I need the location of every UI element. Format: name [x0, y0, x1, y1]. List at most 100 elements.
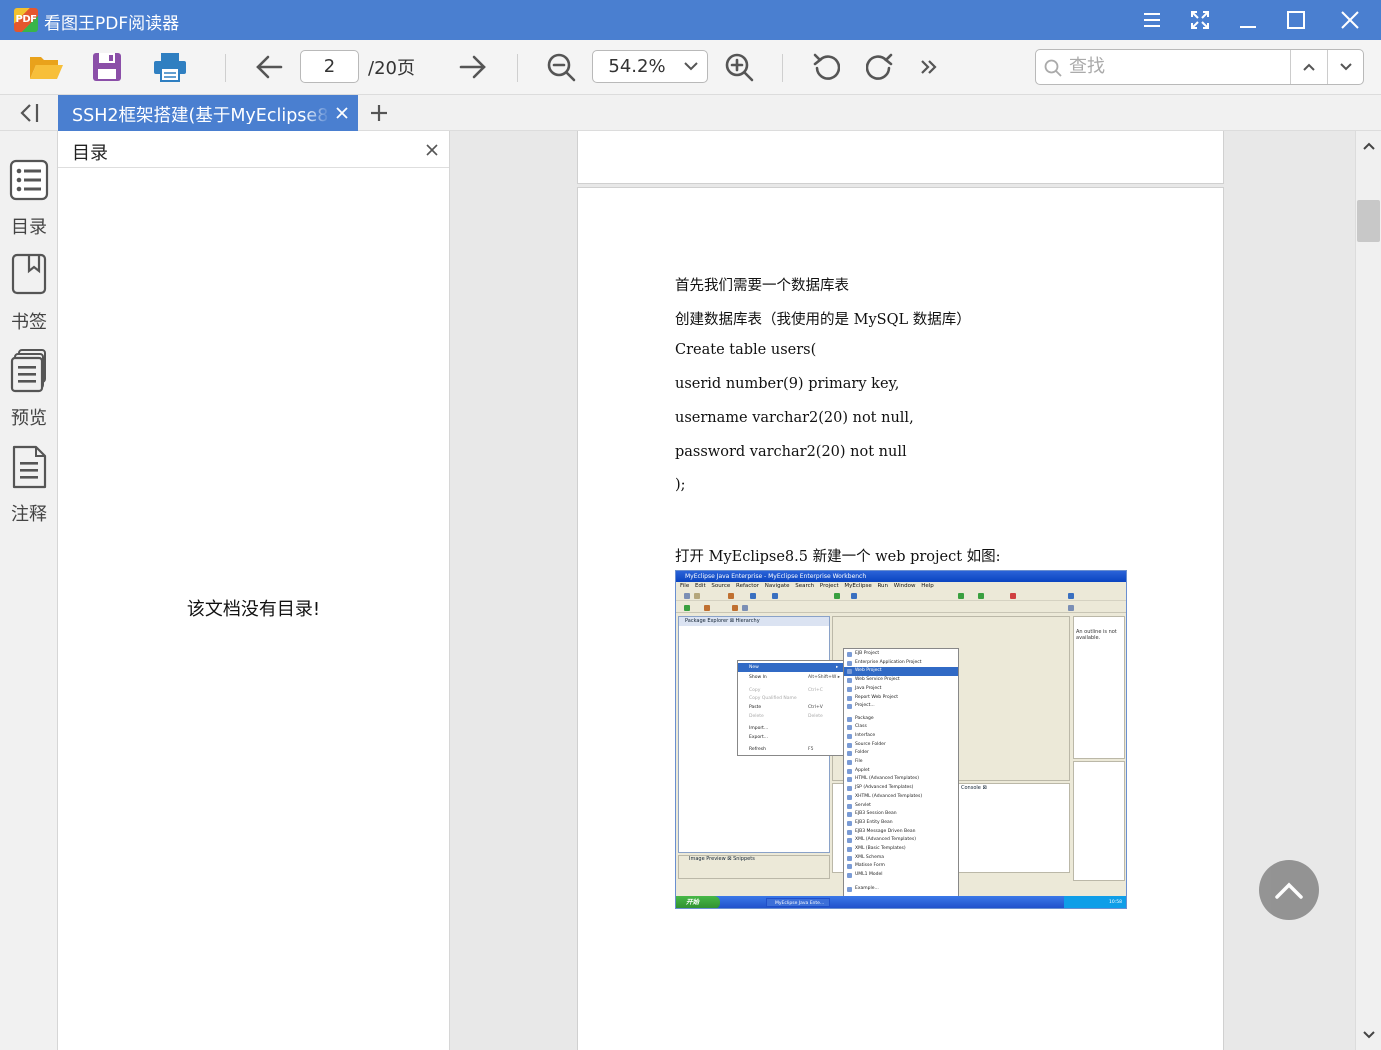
- context-menu-label: New: [749, 665, 759, 670]
- maximize-icon: [1287, 11, 1305, 29]
- folder-open-icon: [30, 57, 63, 79]
- zoom-in-button[interactable]: [720, 46, 758, 88]
- context-menu-label: Show In: [749, 675, 767, 680]
- submenu-item: XML (Advanced Templates): [844, 836, 958, 845]
- tab-label: SSH2框架搭建(基于MyEclipse8.5): [72, 106, 330, 124]
- screenshot-menubar: File Edit Source Refactor Navigate Searc…: [680, 583, 934, 589]
- context-menu-item: Import...: [738, 724, 844, 733]
- title-bar: PDF 看图王PDF阅读器: [0, 0, 1381, 40]
- sidebar-item-bookmarks[interactable]: 书签: [0, 253, 58, 343]
- chevron-down-icon: [684, 62, 698, 71]
- page-total-label: /20页: [368, 58, 415, 79]
- text-line: password varchar2(20) not null: [675, 444, 907, 460]
- back-to-top-button[interactable]: [1259, 860, 1319, 920]
- sidebar-item-annotations[interactable]: 注释: [0, 445, 58, 535]
- screenshot-toolbar: [676, 602, 1126, 613]
- app-title: 看图王PDF阅读器: [44, 14, 180, 34]
- rotate-right-icon: [866, 53, 893, 80]
- text-line: 打开 MyEclipse8.5 新建一个 web project 如图:: [675, 549, 1001, 565]
- printer-icon: [154, 53, 186, 82]
- submenu-item: Web Project: [844, 667, 958, 677]
- zoom-in-icon: [725, 53, 754, 82]
- arrow-right-icon: [459, 55, 486, 79]
- submenu-item: Project...: [844, 702, 958, 711]
- chevron-up-icon: [1275, 882, 1303, 899]
- collapse-left-icon: [20, 104, 39, 122]
- context-menu-item: Refresh F5: [738, 745, 844, 754]
- context-menu-key: Delete: [808, 714, 823, 719]
- collapse-sidebar-button[interactable]: [0, 95, 58, 131]
- pages-icon: [10, 349, 46, 393]
- submenu-item: EJB3 Session Bean: [844, 810, 958, 819]
- zoom-out-button[interactable]: [542, 46, 580, 88]
- search-input[interactable]: 查找: [1069, 50, 1289, 84]
- screenshot-taskbar: 开始 MyEclipse Java Ente... 10:58: [676, 896, 1126, 908]
- rotate-right-button[interactable]: [862, 46, 898, 88]
- text-line: );: [675, 477, 686, 493]
- rotate-left-button[interactable]: [808, 46, 844, 88]
- menu-icon: [1144, 13, 1160, 27]
- screenshot-start-button: 开始: [676, 896, 720, 908]
- sidebar-item-contents[interactable]: 目录: [0, 158, 58, 248]
- save-button[interactable]: [88, 46, 126, 88]
- context-menu-item: Copy Qualified Name: [738, 694, 844, 703]
- screenshot-tray-clock: 10:58: [1064, 896, 1126, 908]
- tab-document[interactable]: SSH2框架搭建(基于MyEclipse8.5): [58, 95, 358, 131]
- more-tools-button[interactable]: [914, 46, 944, 88]
- minimize-button[interactable]: [1224, 0, 1272, 40]
- toc-title: 目录: [72, 143, 108, 164]
- search-icon: [1044, 59, 1062, 77]
- new-tab-button[interactable]: [364, 98, 394, 128]
- context-menu-label: Export...: [749, 735, 769, 740]
- context-menu-label: Import...: [749, 726, 769, 731]
- screenshot-title-bar: MyEclipse Java Enterprise - MyEclipse En…: [676, 571, 1126, 582]
- context-menu-key: Alt+Shift+W ▸: [808, 675, 841, 680]
- context-menu-label: Refresh: [749, 747, 766, 752]
- submenu-item: XML (Basic Templates): [844, 845, 958, 854]
- text-line: userid number(9) primary key,: [675, 376, 900, 392]
- chevron-down-icon: [1340, 63, 1352, 71]
- zoom-select[interactable]: 54.2%: [592, 50, 708, 83]
- next-page-button[interactable]: [454, 46, 492, 88]
- screenshot-properties: [1073, 761, 1125, 881]
- toolbar-separator: [517, 54, 518, 82]
- toc-panel: 目录 该文档没有目录!: [58, 131, 450, 1050]
- maximize-button[interactable]: [1272, 0, 1320, 40]
- chevron-up-icon: [1303, 63, 1315, 71]
- toc-close-button[interactable]: [422, 140, 442, 160]
- double-chevron-right-icon: [921, 60, 937, 74]
- previous-page-button[interactable]: [250, 46, 288, 88]
- scroll-up-button[interactable]: [1356, 135, 1381, 157]
- text-line: Create table users(: [675, 342, 817, 358]
- print-button[interactable]: [150, 46, 190, 88]
- sidebar-item-preview[interactable]: 预览: [0, 349, 58, 439]
- submenu-item: XHTML (Advanced Templates): [844, 793, 958, 802]
- tab-bar: SSH2框架搭建(基于MyEclipse8.5): [0, 95, 1381, 131]
- submenu-item: Web Service Project: [844, 676, 958, 685]
- open-button[interactable]: [26, 46, 66, 88]
- scroll-down-button[interactable]: [1356, 1024, 1381, 1046]
- screenshot-new-submenu: EJB Project Enterprise Application Proje…: [843, 648, 959, 908]
- tab-close-button[interactable]: [330, 101, 354, 125]
- context-menu-key: F5: [808, 747, 814, 752]
- search-previous-button[interactable]: [1290, 50, 1327, 84]
- context-menu-item: New ▸: [738, 663, 844, 672]
- close-button[interactable]: [1326, 0, 1374, 40]
- context-menu-item: Delete Delete: [738, 712, 844, 721]
- submenu-item: EJB3 Entity Bean: [844, 819, 958, 828]
- fullscreen-button[interactable]: [1176, 0, 1224, 40]
- screenshot-console-tab: Console ⊠: [961, 785, 987, 791]
- submenu-item: File: [844, 758, 958, 767]
- toolbar: 2 /20页 54.2% 查找: [0, 40, 1381, 95]
- text-line: username varchar2(20) not null,: [675, 410, 914, 426]
- submenu-item: UML1 Model: [844, 871, 958, 880]
- document-viewer[interactable]: 首先我们需要一个数据库表 创建数据库表（我使用的是 MySQL 数据库） Cre…: [451, 131, 1355, 1050]
- vertical-scrollbar[interactable]: [1355, 131, 1381, 1050]
- page-number-input[interactable]: 2: [300, 50, 359, 83]
- sidebar-item-label: 预览: [11, 408, 47, 429]
- submenu-item: Applet: [844, 767, 958, 776]
- menu-button[interactable]: [1128, 0, 1176, 40]
- search-next-button[interactable]: [1327, 50, 1364, 84]
- toc-header: 目录: [58, 131, 449, 168]
- scrollbar-thumb[interactable]: [1357, 200, 1380, 242]
